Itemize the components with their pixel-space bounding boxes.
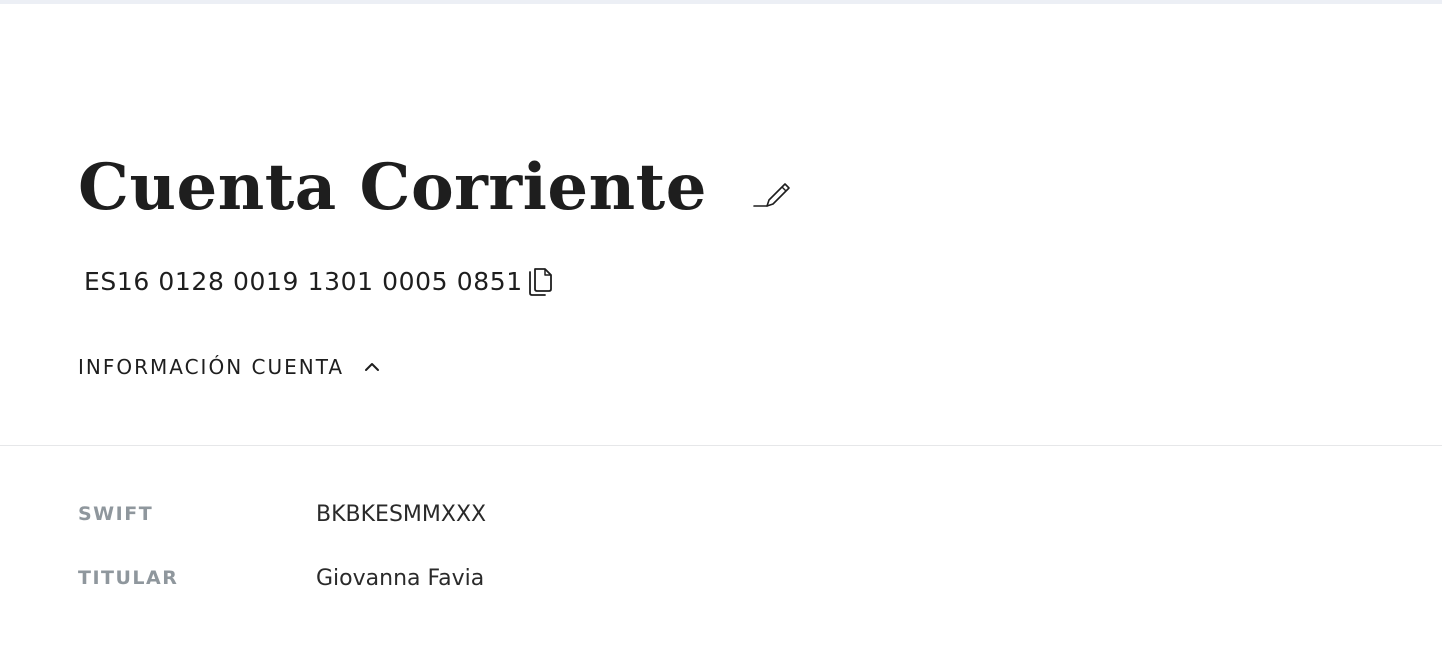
- title-row: Cuenta Corriente: [78, 150, 793, 226]
- account-info-toggle-label: INFORMACIÓN CUENTA: [78, 355, 345, 379]
- detail-value-swift: BKBKESMMXXX: [316, 501, 487, 527]
- copy-icon: [528, 268, 552, 296]
- detail-label-titular: TITULAR: [78, 567, 179, 589]
- edit-title-button[interactable]: [751, 176, 793, 210]
- pencil-icon: [753, 183, 790, 207]
- iban-row: ES16 0128 0019 1301 0005 0851: [84, 262, 555, 302]
- detail-value-titular: Giovanna Favia: [316, 565, 485, 591]
- detail-row-titular: TITULAR Giovanna Favia: [78, 560, 484, 596]
- account-title: Cuenta Corriente: [78, 150, 707, 225]
- iban-number: ES16 0128 0019 1301 0005 0851: [84, 267, 523, 296]
- copy-iban-button[interactable]: [525, 265, 555, 299]
- chevron-up-icon: [362, 357, 382, 377]
- account-details: SWIFT BKBKESMMXXX TITULAR Giovanna Favia: [0, 446, 1442, 658]
- account-info-toggle[interactable]: INFORMACIÓN CUENTA: [78, 350, 382, 384]
- detail-label-swift: SWIFT: [78, 503, 154, 525]
- detail-row-swift: SWIFT BKBKESMMXXX: [78, 496, 486, 532]
